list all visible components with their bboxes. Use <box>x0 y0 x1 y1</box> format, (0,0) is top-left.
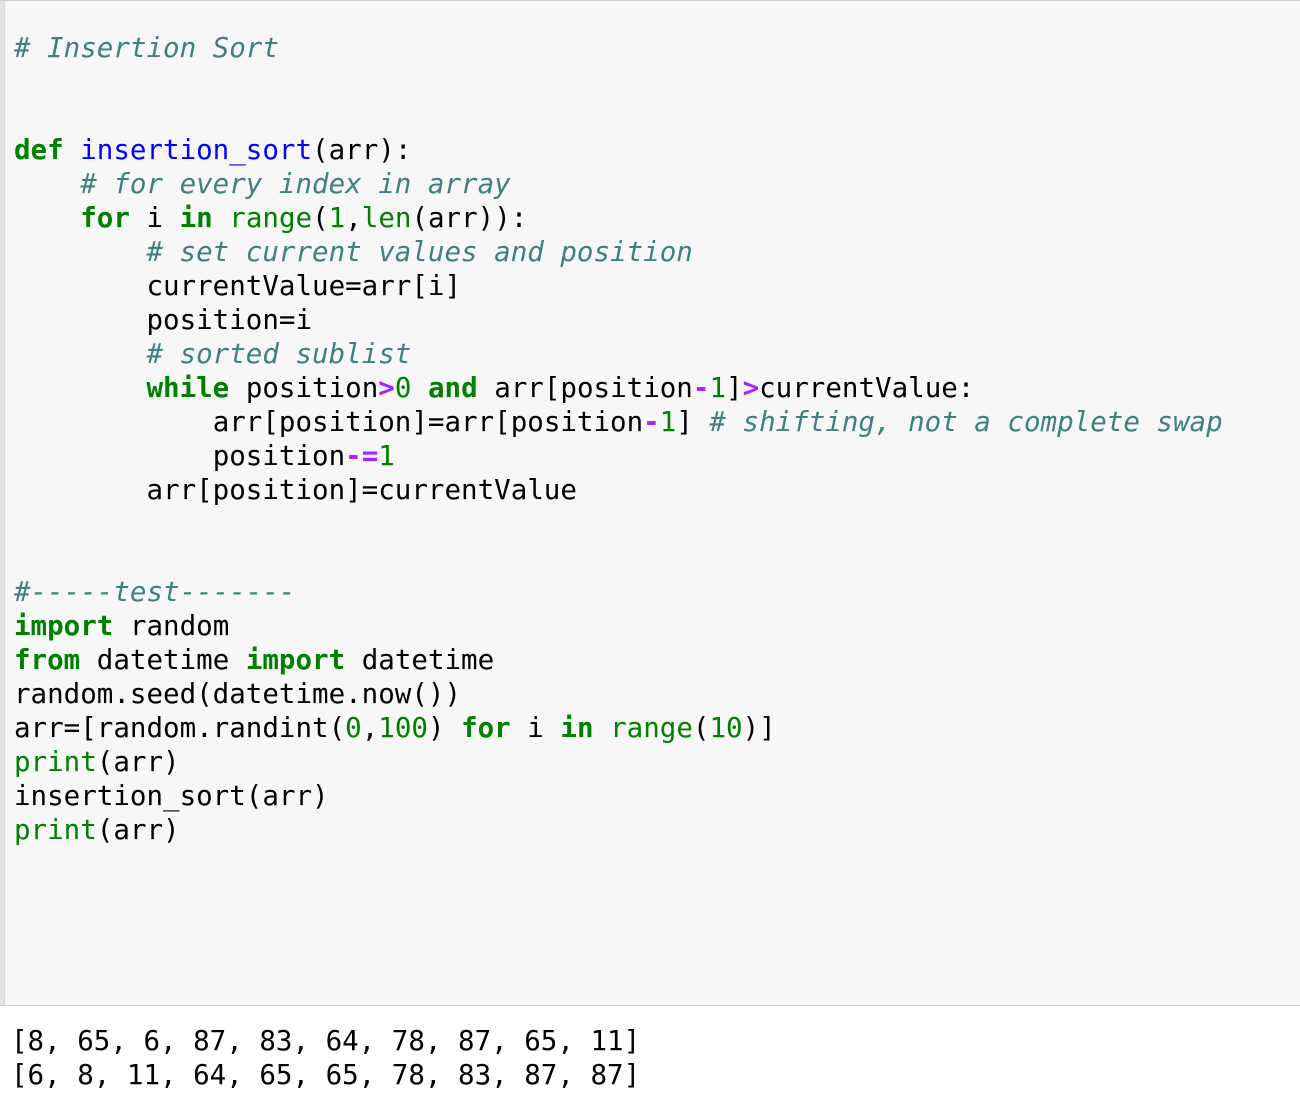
punctuation: ( <box>312 202 329 234</box>
code-line-print: print(arr) <box>14 813 1300 847</box>
punctuation: ) <box>427 712 445 744</box>
number-literal: 1 <box>659 406 677 438</box>
code-line-shift: arr[position]=arr[position-1] # shifting… <box>14 405 1300 439</box>
code-line-listcomp: arr=[random.randint(0,100) for i in rang… <box>14 711 1300 745</box>
code-line: # Insertion Sort <box>14 31 1300 65</box>
code-line-for: for i in range(1,len(arr)): <box>14 201 1300 235</box>
module-random: random <box>129 610 230 642</box>
operator-minus: - <box>692 372 710 404</box>
var-i: i <box>527 712 544 744</box>
expr-arr-index: arr[position <box>494 372 693 404</box>
param-arr: arr <box>328 134 379 166</box>
keyword-for: for <box>461 712 511 744</box>
builtin-range: range <box>229 202 313 234</box>
code-line: # for every index in array <box>14 167 1300 201</box>
var-position: position <box>245 372 379 404</box>
keyword-from: from <box>14 644 81 676</box>
number-literal: 0 <box>394 372 412 404</box>
expr-close: ] <box>676 406 693 438</box>
var-i: i <box>146 202 164 234</box>
builtin-range: range <box>610 712 693 744</box>
operator-gt: > <box>742 372 760 404</box>
function-name-insertion-sort: insertion_sort <box>80 134 313 166</box>
number-literal: 1 <box>709 372 726 404</box>
operator-minus: - <box>643 406 660 438</box>
number-literal: 0 <box>345 712 362 744</box>
comment-token-test-divider: #-----test------- <box>14 576 296 608</box>
var-position: position=i <box>146 304 313 336</box>
operator-gt: > <box>378 372 395 404</box>
punctuation: ( <box>312 134 329 166</box>
code-line-assign: position=i <box>14 303 1300 337</box>
punctuation: ): <box>378 134 412 166</box>
comment-token: # for every index in array <box>80 168 511 200</box>
builtin-len: len <box>361 202 412 234</box>
comment-token: # shifting, not a complete swap <box>709 406 1223 438</box>
comment-token: # sorted sublist <box>146 338 412 370</box>
keyword-import: import <box>14 610 114 642</box>
operator-minus-equals: -= <box>345 440 379 472</box>
number-literal: 1 <box>378 440 395 472</box>
punctuation: ( <box>692 712 710 744</box>
comment-token: # Insertion Sort <box>14 32 279 64</box>
stdout-output: [8, 65, 6, 87, 83, 64, 78, 87, 65, 11] [6… <box>11 1024 1300 1092</box>
keyword-while: while <box>146 372 230 404</box>
var-currentvalue: currentValue: <box>759 372 975 404</box>
code-line: # sorted sublist <box>14 337 1300 371</box>
keyword-for: for <box>80 202 130 234</box>
keyword-in: in <box>179 202 213 234</box>
var-position: position <box>212 440 346 472</box>
symbol-datetime: datetime <box>361 644 495 676</box>
code-line-assign: currentValue=arr[i] <box>14 269 1300 303</box>
number-literal: 1 <box>328 202 346 234</box>
code-line: # set current values and position <box>14 235 1300 269</box>
punctuation: (arr)): <box>411 202 528 234</box>
code-line-call-sort: insertion_sort(arr) <box>14 779 1300 813</box>
var-currentvalue: currentValue=arr[i] <box>146 270 462 302</box>
punctuation: (arr) <box>96 746 180 778</box>
code-line-def: def insertion_sort(arr): <box>14 133 1300 167</box>
code-line-seed: random.seed(datetime.now()) <box>14 677 1300 711</box>
keyword-and: and <box>427 372 478 404</box>
expr-shift-assign: arr[position]=arr[position <box>212 406 644 438</box>
builtin-print: print <box>14 746 97 778</box>
code-line-from-import: from datetime import datetime <box>14 643 1300 677</box>
expr-arr-assign: arr=[random.randint( <box>14 712 346 744</box>
number-literal: 10 <box>709 712 743 744</box>
cell-output-area: [8, 65, 6, 87, 83, 64, 78, 87, 65, 11] [6… <box>0 1006 1300 1110</box>
expr-close: ] <box>726 372 743 404</box>
punctuation: , <box>361 712 379 744</box>
code-line-decrement: position-=1 <box>14 439 1300 473</box>
code-line: #-----test------- <box>14 575 1300 609</box>
builtin-print: print <box>14 814 97 846</box>
keyword-in: in <box>560 712 594 744</box>
code-line-print: print(arr) <box>14 745 1300 779</box>
module-datetime: datetime <box>96 644 230 676</box>
keyword-def: def <box>14 134 64 166</box>
expr-final-assign: arr[position]=currentValue <box>146 474 577 506</box>
call-insertion-sort: insertion_sort(arr) <box>14 780 329 812</box>
number-literal: 100 <box>378 712 428 744</box>
notebook-cell: # Insertion Sort def insertion_sort(arr):… <box>0 0 1300 1110</box>
keyword-import: import <box>245 644 346 676</box>
code-line-insert: arr[position]=currentValue <box>14 473 1300 507</box>
code-input-cell[interactable]: # Insertion Sort def insertion_sort(arr):… <box>0 0 1300 1006</box>
call-random-seed: random.seed(datetime.now()) <box>14 678 462 710</box>
output-line-unsorted: [8, 65, 6, 87, 83, 64, 78, 87, 65, 11] <box>11 1025 641 1057</box>
code-editor[interactable]: # Insertion Sort def insertion_sort(arr):… <box>0 31 1300 847</box>
punctuation: , <box>345 202 362 234</box>
code-line-while: while position>0 and arr[position-1]>cur… <box>14 371 1300 405</box>
punctuation: )] <box>742 712 776 744</box>
code-line-import: import random <box>14 609 1300 643</box>
punctuation: (arr) <box>96 814 180 846</box>
comment-token: # set current values and position <box>146 236 693 268</box>
output-line-sorted: [6, 8, 11, 64, 65, 65, 78, 83, 87, 87] <box>11 1059 641 1091</box>
